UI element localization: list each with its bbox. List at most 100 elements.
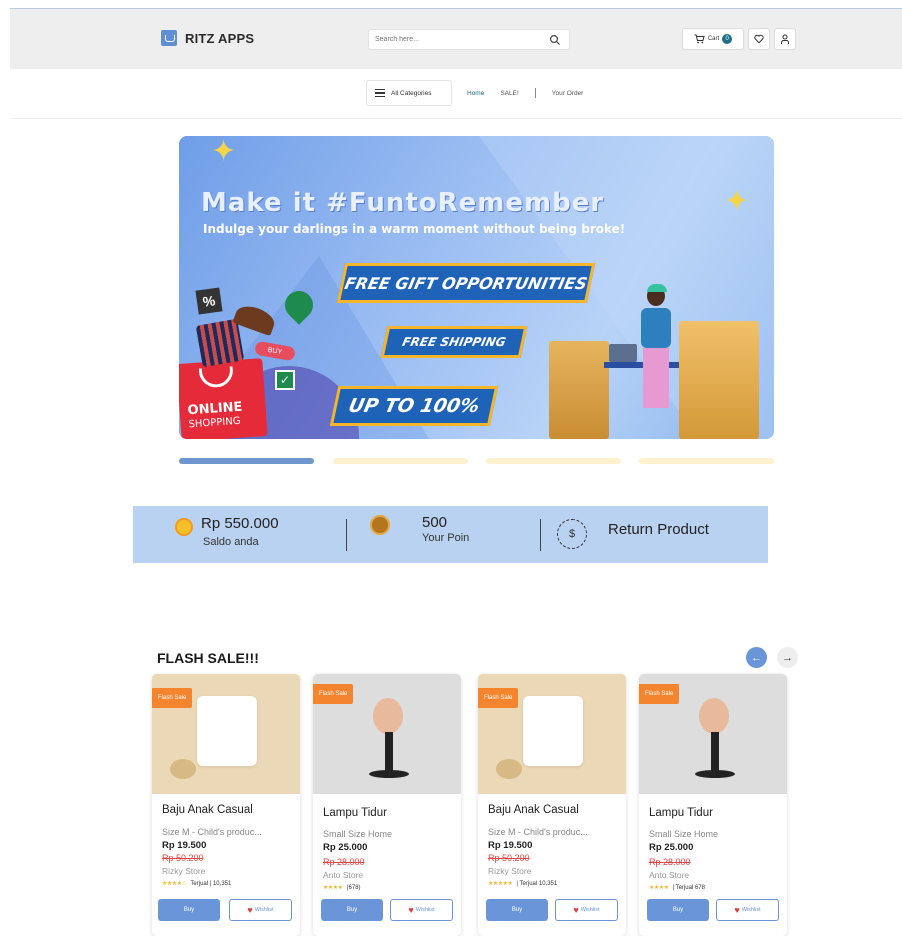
heart-icon: ♥ (734, 905, 740, 915)
profile-button[interactable] (774, 28, 796, 50)
next-arrow-button[interactable]: → (777, 647, 798, 668)
balance-coin-icon (175, 518, 193, 536)
cart-button[interactable]: Cart 0 (682, 28, 744, 50)
cart-count-badge: 0 (722, 34, 733, 44)
product-name[interactable]: Lampu Tidur (323, 807, 387, 819)
product-price: Rp 19.500 (162, 840, 207, 851)
rating-stars: ★★★★ (323, 885, 343, 891)
points-coin-icon (370, 515, 390, 535)
product-description: Small Size Home (649, 829, 719, 839)
sold-count: | Terjual 10,351 (516, 880, 558, 887)
product-price: Rp 19.500 (488, 840, 533, 851)
toy-star-image (170, 759, 196, 779)
carousel-indicators (179, 458, 776, 465)
heart-icon (754, 34, 764, 44)
percent-tag-icon: % (195, 287, 223, 315)
balance-value: Rp 550.000 (201, 515, 279, 532)
carousel-dot-2[interactable] (333, 458, 468, 464)
product-old-price: Rp 28.000 (649, 857, 691, 867)
wishlist-button[interactable]: ♥ Wishlist (716, 899, 779, 921)
lamp-stand-image (711, 732, 719, 772)
product-name[interactable]: Lampu Tidur (649, 807, 713, 819)
product-description: Size M - Child's produc... (162, 827, 262, 837)
flash-sale-badge: Flash Sale (152, 688, 193, 708)
user-icon (781, 34, 789, 44)
product-name[interactable]: Baju Anak Casual (162, 804, 253, 816)
points-value: 500 (422, 514, 448, 531)
carousel-dot-1[interactable] (179, 458, 314, 464)
nav-link-your-order[interactable]: Your Order (552, 90, 584, 97)
sold-count: (678) (346, 884, 361, 891)
product-old-price: Rp 50.200 (488, 853, 530, 863)
buy-button[interactable]: Buy (486, 899, 548, 921)
search-input[interactable] (375, 32, 540, 47)
wishlist-label: Wishlist (415, 907, 435, 913)
flash-sale-badge: Flash Sale (313, 684, 354, 704)
product-card[interactable]: Flash Sale Lampu Tidur Small Size Home R… (313, 674, 461, 936)
balance-label: Saldo anda (203, 536, 259, 548)
checkbox-icon: ✓ (275, 370, 295, 390)
tshirt-image (197, 696, 257, 766)
product-rating: ★★★★ (678) (323, 884, 361, 892)
sold-count: Terjual | 10,351 (190, 880, 232, 887)
product-card[interactable]: Flash Sale Lampu Tidur Small Size Home R… (639, 674, 787, 936)
carousel-dot-3[interactable] (486, 458, 621, 464)
buy-button[interactable]: Buy (158, 899, 220, 921)
shopping-bag-illustration: ONLINE SHOPPING (179, 358, 268, 439)
lamp-stand-image (385, 732, 393, 772)
carousel-dot-4[interactable] (639, 458, 774, 464)
banner-subtitle: Indulge your darlings in a warm moment w… (203, 222, 626, 236)
buy-button[interactable]: Buy (321, 899, 383, 921)
product-name[interactable]: Baju Anak Casual (488, 804, 579, 816)
sparkle-icon: ✦ (724, 185, 750, 218)
heart-icon: ♥ (408, 905, 414, 915)
points-label: Your Poin (422, 532, 470, 544)
menu-icon (375, 89, 385, 97)
boxes-illustration (549, 341, 609, 439)
search-bar (368, 29, 570, 50)
promo-banner[interactable]: ✦ ✦ Make it #FuntoRemember Indulge your … (179, 136, 774, 439)
nav-link-sale[interactable]: SALE! (500, 90, 518, 97)
lamp-shade-image (699, 698, 729, 734)
ribbon-free-gift: FREE GIFT OPPORTUNITIES (336, 263, 596, 303)
wishlist-button[interactable]: ♥ Wishlist (229, 899, 292, 921)
wishlist-button[interactable]: ♥ Wishlist (390, 899, 453, 921)
shopping-bag-icon (161, 30, 177, 46)
product-old-price: Rp 50.200 (162, 853, 204, 863)
product-card[interactable]: Flash Sale Baju Anak Casual Size M - Chi… (152, 674, 300, 936)
wishlist-button[interactable] (748, 28, 770, 50)
laptop-icon (609, 344, 637, 362)
all-categories-button[interactable]: All Categories (366, 80, 452, 106)
product-price: Rp 25.000 (649, 842, 694, 853)
wishlist-label: Wishlist (580, 907, 600, 913)
product-rating: ★★★★★ | Terjual 10,351 (488, 880, 558, 888)
ribbon-up-to: UP TO 100% (329, 386, 499, 426)
bag-text-shopping: SHOPPING (188, 415, 241, 431)
sparkle-icon: ✦ (211, 136, 237, 168)
cart-label: Cart (707, 36, 720, 42)
search-icon[interactable] (549, 34, 561, 46)
logo[interactable]: RITZ APPS (161, 30, 254, 46)
store-name: Anto Store (649, 870, 690, 880)
store-name: Rizky Store (162, 866, 206, 876)
banner-title: Make it #FuntoRemember (201, 188, 605, 218)
return-product-link[interactable]: Return Product (608, 521, 709, 538)
toy-star-image (496, 759, 522, 779)
rating-stars: ★★★★ (649, 885, 669, 891)
wishlist-label: Wishlist (741, 907, 761, 913)
prev-arrow-button[interactable]: ← (746, 647, 767, 668)
wishlist-button[interactable]: ♥ Wishlist (555, 899, 618, 921)
store-name: Rizky Store (488, 866, 532, 876)
worker-illustration (639, 284, 673, 426)
cart-icon (694, 34, 705, 44)
buy-button[interactable]: Buy (647, 899, 709, 921)
nav-links: Home SALE! Your Order (467, 88, 599, 98)
ribbon-free-shipping: FREE SHIPPING (380, 326, 528, 358)
lamp-shade-image (373, 698, 403, 734)
return-icon[interactable]: $ (557, 519, 587, 549)
nav-link-home[interactable]: Home (467, 90, 484, 97)
flash-sale-badge: Flash Sale (639, 684, 680, 704)
header: RITZ APPS Cart 0 (10, 9, 902, 69)
wallet-summary: Rp 550.000 Saldo anda 500 Your Poin $ Re… (133, 506, 768, 563)
product-card[interactable]: Flash Sale Baju Anak Casual Size M - Chi… (478, 674, 626, 936)
